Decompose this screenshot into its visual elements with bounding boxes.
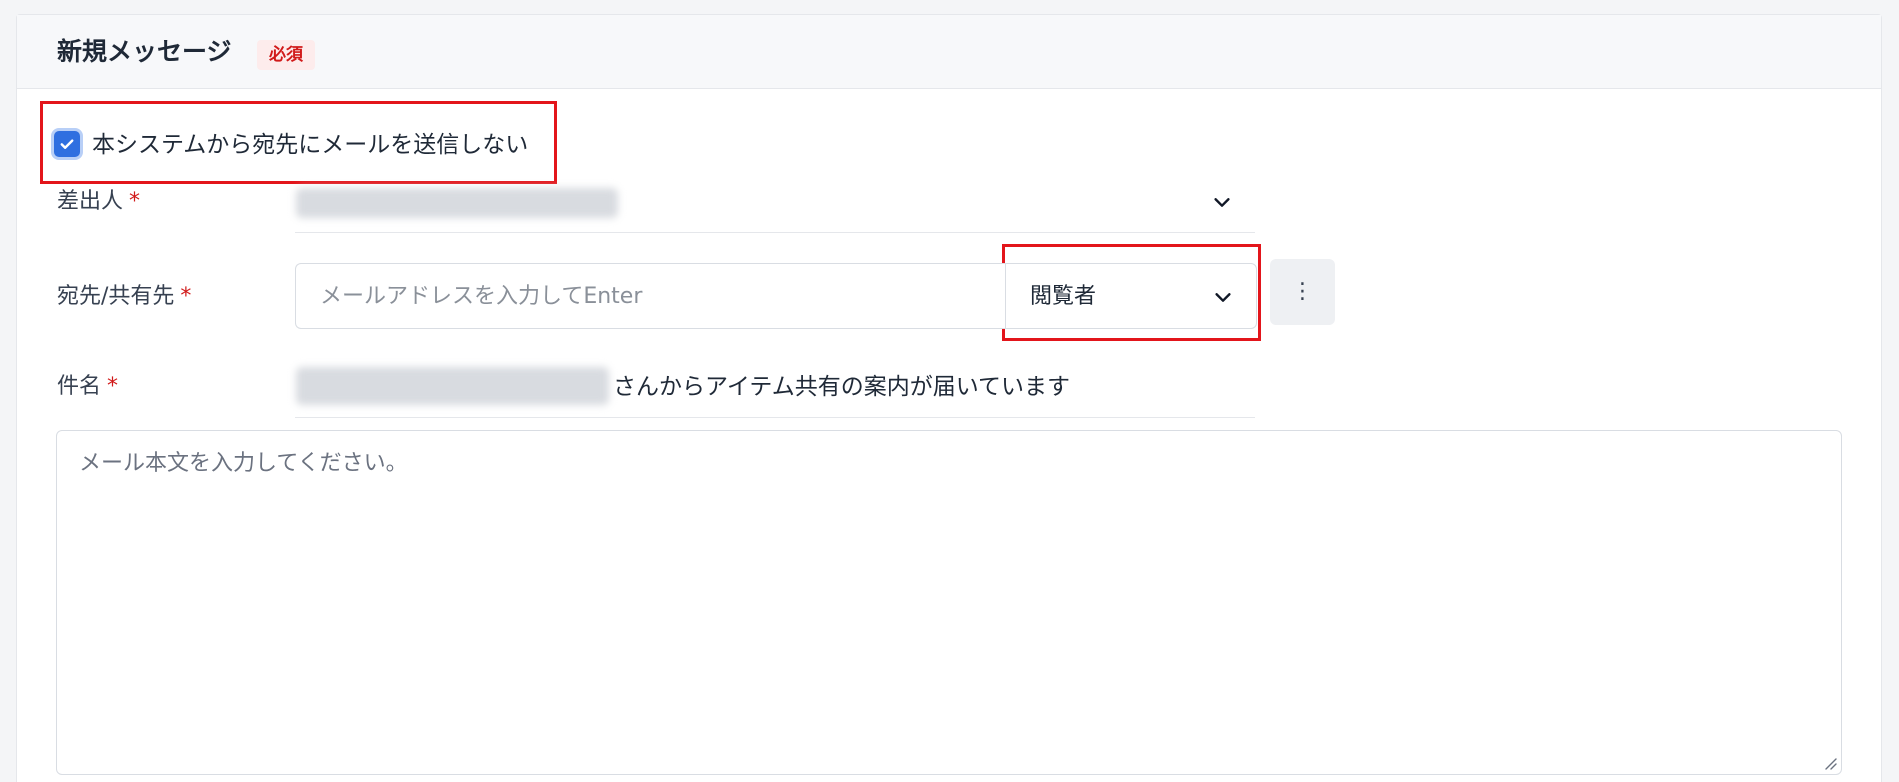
required-mark: * — [180, 284, 192, 309]
sender-label: 差出人 * — [57, 187, 140, 217]
recipients-label: 宛先/共有先 * — [57, 282, 191, 312]
subject-label: 件名 * — [57, 372, 118, 402]
subject-underline — [295, 417, 1255, 418]
required-badge: 必須 — [257, 40, 315, 70]
more-options-button[interactable]: ⋮ — [1270, 259, 1335, 325]
required-mark: * — [107, 374, 119, 399]
check-icon — [60, 139, 74, 149]
no-email-label[interactable]: 本システムから宛先にメールを送信しない — [92, 130, 528, 160]
chevron-down-icon — [1215, 293, 1231, 302]
resize-grip-icon[interactable] — [1823, 756, 1837, 770]
role-select-value: 閲覧者 — [1030, 284, 1097, 309]
page-title: 新規メッセージ — [57, 37, 232, 66]
sender-label-text: 差出人 — [57, 189, 124, 214]
role-select[interactable]: 閲覧者 — [1005, 263, 1257, 329]
message-body-input[interactable] — [57, 431, 1841, 774]
card-header: 新規メッセージ 必須 — [17, 15, 1881, 89]
recipient-email-field[interactable] — [295, 263, 1005, 329]
role-dropdown-toggle[interactable] — [1212, 286, 1234, 308]
recipient-email-input[interactable] — [296, 264, 1005, 328]
subject-suffix-text[interactable]: さんからアイテム共有の案内が届いています — [613, 372, 1070, 402]
sender-dropdown[interactable] — [1211, 191, 1233, 213]
sender-underline — [295, 232, 1255, 233]
subject-prefix-redacted[interactable] — [296, 367, 609, 405]
sender-value-redacted[interactable] — [296, 188, 618, 218]
required-mark: * — [129, 189, 141, 214]
subject-label-text: 件名 — [57, 374, 102, 399]
vertical-ellipsis-icon: ⋮ — [1291, 279, 1314, 304]
recipients-label-text: 宛先/共有先 — [57, 284, 175, 309]
no-email-checkbox[interactable] — [54, 131, 80, 157]
message-body-field[interactable] — [56, 430, 1842, 775]
chevron-down-icon — [1214, 198, 1230, 207]
